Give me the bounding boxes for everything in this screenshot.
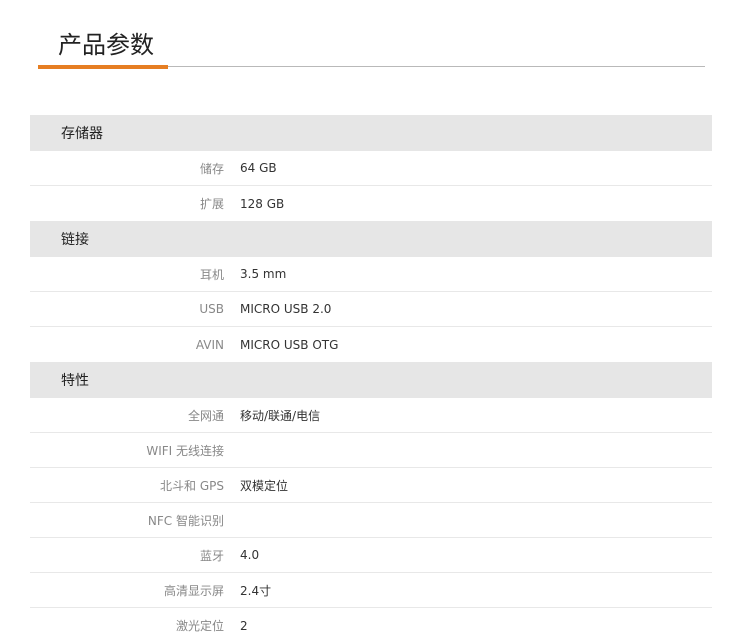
header-accent-bar	[38, 65, 168, 69]
spec-label: 耳机	[199, 267, 224, 282]
spec-value: 3.5 mm	[240, 267, 287, 281]
spec-row: 储存 64 GB	[30, 151, 712, 186]
spec-value: 2.4寸	[240, 583, 272, 598]
page-title: 产品参数	[58, 31, 154, 59]
spec-row: 耳机 3.5 mm	[30, 257, 712, 292]
spec-value: 2	[240, 618, 248, 633]
spec-label: 扩展	[199, 197, 224, 211]
spec-value: MICRO USB OTG	[240, 337, 339, 352]
spec-label: 全网通	[187, 408, 224, 423]
spec-value: 移动/联通/电信	[240, 408, 321, 423]
spec-value: 128 GB	[240, 196, 285, 211]
spec-label: 储存	[199, 161, 224, 176]
spec-value: 4.0	[240, 548, 260, 562]
spec-label: NFC 智能识别	[147, 513, 224, 528]
spec-table: 存储器 储存 64 GB 扩展 128 GB 链接 耳机 3.5 mm USB …	[30, 115, 712, 643]
spec-label: WIFI 无线连接	[146, 443, 224, 458]
spec-value: MICRO USB 2.0	[240, 302, 332, 316]
spec-label: USB	[199, 302, 224, 316]
section-header-connectivity: 链接	[30, 221, 712, 257]
spec-row: 激光定位 2	[30, 608, 712, 643]
spec-label: 北斗和 GPS	[160, 478, 224, 493]
section-header-storage: 存储器	[30, 115, 712, 151]
spec-row: WIFI 无线连接	[30, 433, 712, 468]
spec-label: 高清显示屏	[163, 583, 224, 598]
spec-row: 扩展 128 GB	[30, 186, 712, 221]
spec-row: USB MICRO USB 2.0	[30, 292, 712, 327]
spec-row: 蓝牙 4.0	[30, 538, 712, 573]
spec-row: AVIN MICRO USB OTG	[30, 327, 712, 362]
page-header: 产品参数	[38, 28, 705, 70]
section-header-features: 特性	[30, 362, 712, 398]
spec-value: 双模定位	[240, 478, 289, 493]
spec-row: 高清显示屏 2.4寸	[30, 573, 712, 608]
spec-label: 激光定位	[175, 619, 224, 633]
spec-row: 全网通 移动/联通/电信	[30, 398, 712, 433]
spec-value: 64 GB	[240, 161, 277, 175]
spec-row: 北斗和 GPS 双模定位	[30, 468, 712, 503]
spec-label: AVIN	[195, 337, 224, 352]
spec-row: NFC 智能识别	[30, 503, 712, 538]
spec-label: 蓝牙	[199, 548, 224, 563]
